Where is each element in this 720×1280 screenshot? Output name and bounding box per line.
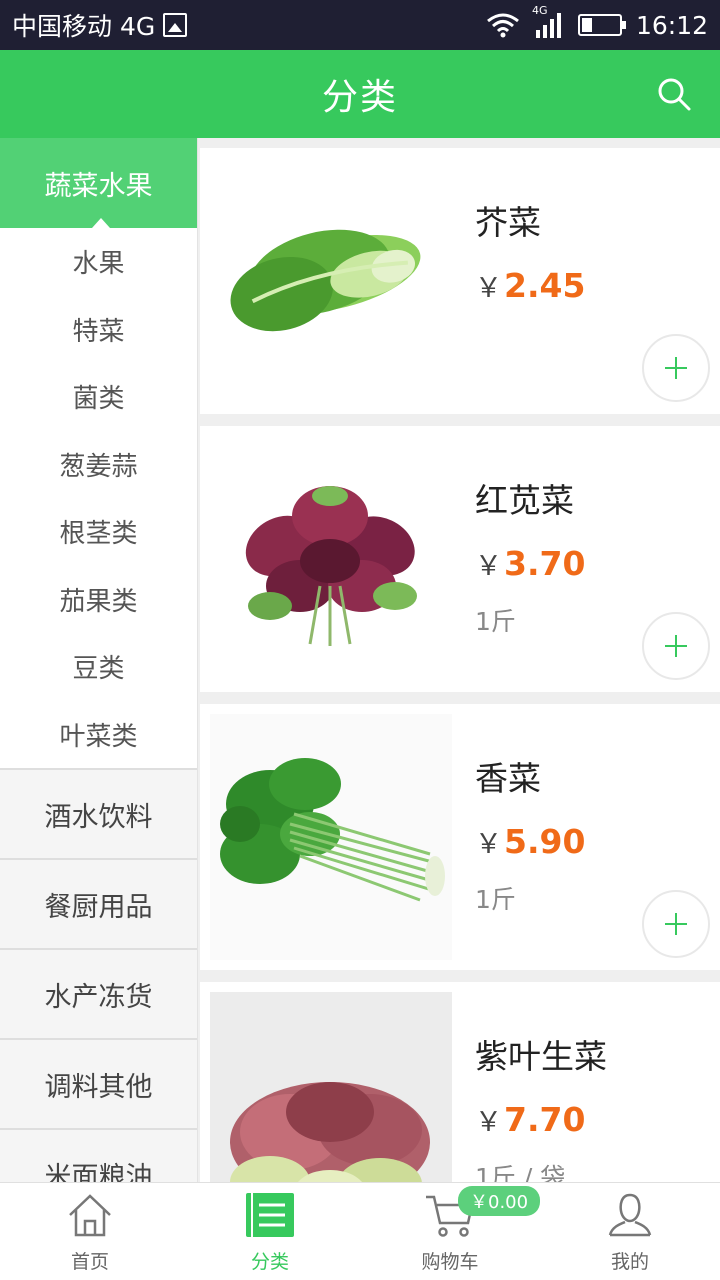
plus-icon [665,635,687,657]
home-icon [69,1194,111,1237]
product-image [210,158,452,404]
currency-symbol: ￥ [475,1107,502,1138]
product-name: 红苋菜 [475,481,574,520]
currency-symbol: ￥ [475,551,502,582]
product-image [210,436,452,682]
app-header: 分类 [0,50,720,138]
product-price: ￥ 2.45 [475,266,585,305]
price-value: 5.90 [504,822,586,861]
wifi-icon [487,13,519,38]
currency-symbol: ￥ [475,273,502,304]
category-item[interactable]: 餐厨用品 [0,858,197,948]
product-name: 芥菜 [475,203,541,242]
product-unit: 1斤 [475,885,516,914]
nav-label: 分类 [250,1251,289,1273]
price-value: 7.70 [504,1100,586,1139]
status-bar: 中国移动 4G 4G 16:12 [0,0,720,50]
category-item[interactable]: 水产冻货 [0,948,197,1038]
nav-category[interactable]: 分类 [180,1183,360,1280]
subcategory-item[interactable]: 根茎类 [0,498,197,566]
add-to-cart-button[interactable] [642,890,710,958]
product-image [210,992,452,1182]
cart-total-badge: ￥0.00 [458,1186,541,1216]
product-card[interactable]: 香菜 ￥ 5.90 1斤 [200,704,720,970]
currency-symbol: ￥ [475,829,502,860]
search-icon[interactable] [656,76,692,112]
product-price: ￥ 7.70 [475,1100,585,1139]
category-icon [246,1193,294,1237]
nav-home[interactable]: 首页 [0,1183,180,1280]
product-price: ￥ 3.70 [475,544,585,583]
battery-icon [577,14,626,36]
product-card[interactable]: 紫叶生菜 ￥ 7.70 1斤 / 袋 [200,982,720,1182]
subcategory-item[interactable]: 叶菜类 [0,701,197,769]
subcategory-item[interactable]: 水果 [0,228,197,296]
category-item[interactable]: 调料其他 [0,1038,197,1128]
product-unit: 1斤 / 袋 [475,1163,566,1182]
network-type-label: 4G [531,4,548,17]
bottom-navigation: 首页 分类 ￥0.00 购物车 我的 [0,1182,720,1280]
nav-label: 购物车 [421,1251,479,1273]
subcategory-item[interactable]: 豆类 [0,633,197,701]
nav-label: 首页 [70,1251,109,1273]
product-unit: 1斤 [475,607,516,636]
add-to-cart-button[interactable] [642,334,710,402]
subcategory-item[interactable]: 菌类 [0,363,197,431]
price-value: 2.45 [504,266,586,305]
page-title: 分类 [321,77,398,118]
product-card[interactable]: 红苋菜 ￥ 3.70 1斤 [200,426,720,692]
product-name: 香菜 [475,759,541,798]
nav-profile[interactable]: 我的 [540,1183,720,1280]
nav-label: 我的 [610,1251,649,1273]
plus-icon [665,913,687,935]
subcategory-item[interactable]: 特菜 [0,296,197,364]
user-icon [608,1193,652,1237]
add-to-cart-button[interactable] [642,612,710,680]
category-item[interactable]: 米面粮油 [0,1128,197,1182]
product-list: 芥菜 ￥ 2.45 红苋菜 ￥ 3.70 1斤 香菜 ￥ 5.90 1斤 紫叶生… [200,138,720,1182]
image-notification-icon [163,13,188,37]
category-vegetables-fruits[interactable]: 蔬菜水果 [0,138,197,228]
product-name: 紫叶生菜 [475,1037,607,1076]
category-sidebar: 蔬菜水果 水果 特菜 菌类 葱姜蒜 根茎类 茄果类 豆类 叶菜类 酒水饮料 餐厨… [0,138,198,1182]
product-card[interactable]: 芥菜 ￥ 2.45 [200,148,720,414]
product-image [210,714,452,960]
nav-cart[interactable]: ￥0.00 购物车 [360,1183,541,1280]
subcategory-list: 水果 特菜 菌类 葱姜蒜 根茎类 茄果类 豆类 叶菜类 [0,228,197,768]
subcategory-item[interactable]: 葱姜蒜 [0,431,197,499]
price-value: 3.70 [504,544,586,583]
plus-icon [665,357,687,379]
carrier-label: 中国移动 4G [12,12,156,41]
category-item[interactable]: 酒水饮料 [0,768,197,858]
subcategory-item[interactable]: 茄果类 [0,566,197,634]
clock-label: 16:12 [635,10,708,40]
product-price: ￥ 5.90 [475,822,585,861]
